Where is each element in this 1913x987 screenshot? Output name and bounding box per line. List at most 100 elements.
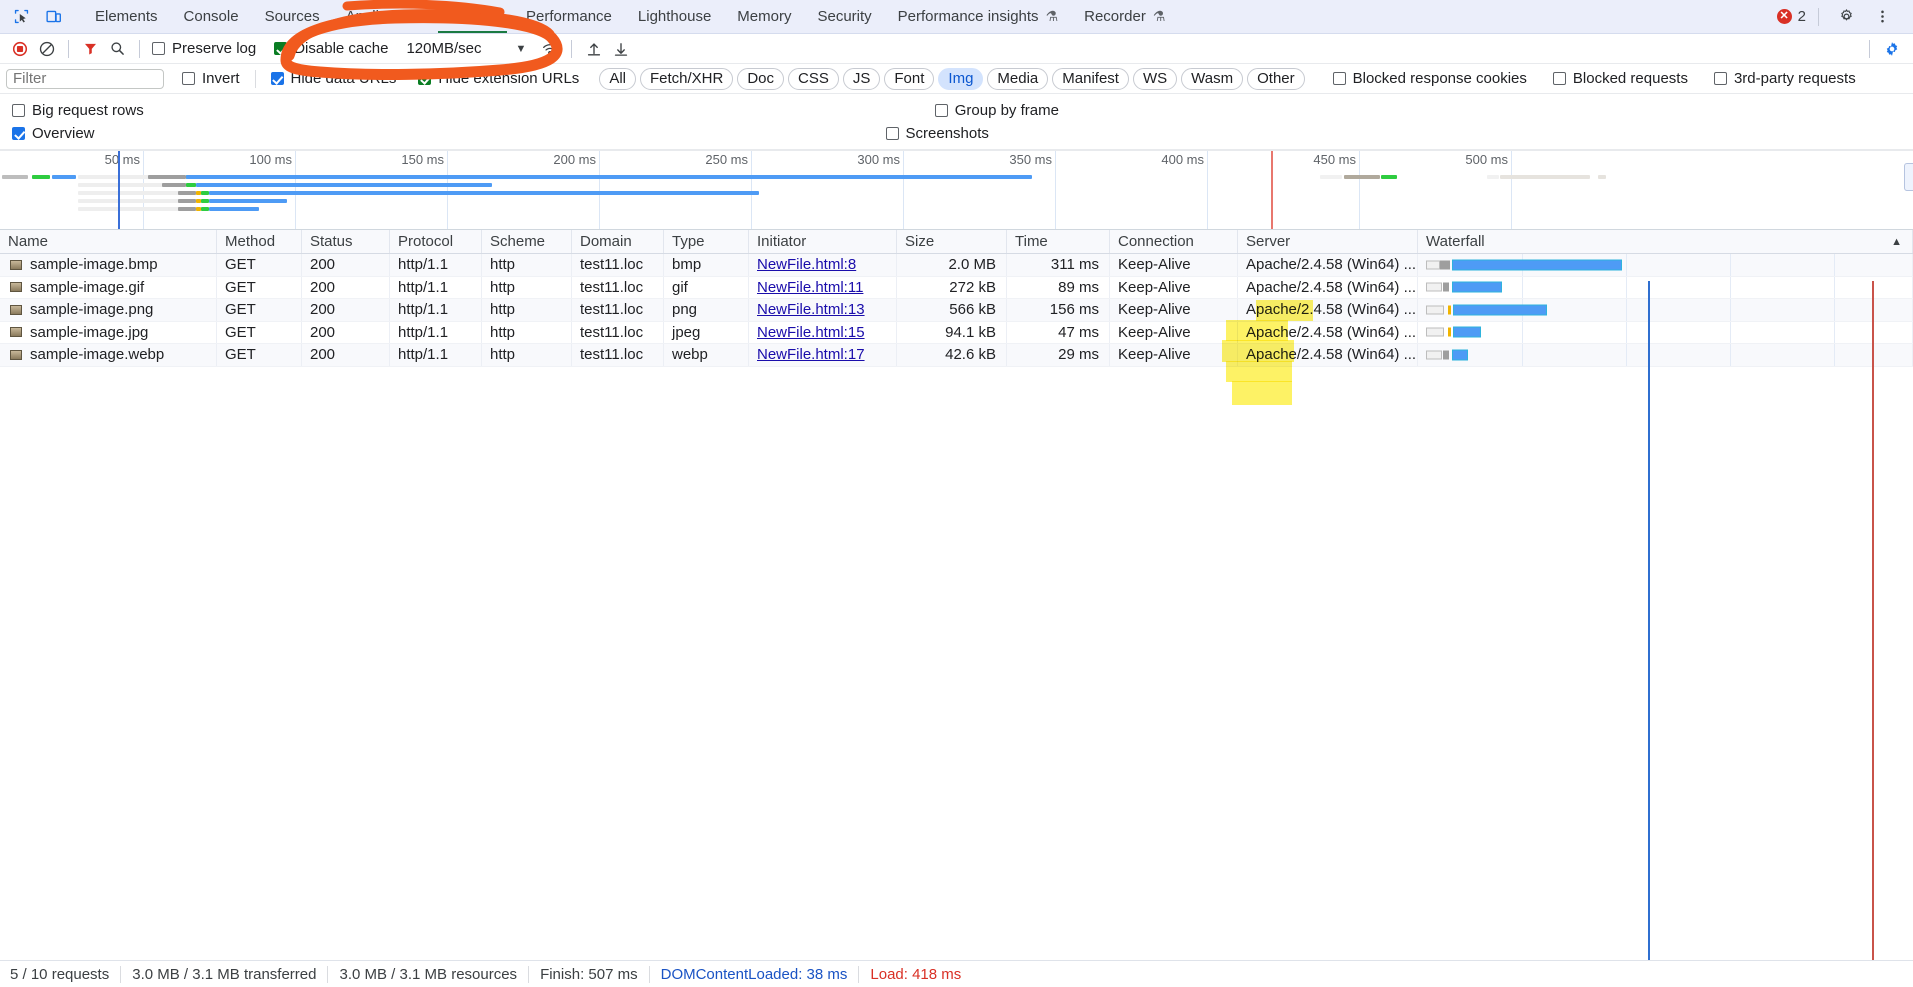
tab-application[interactable]: Application bbox=[333, 0, 432, 33]
blocked-requests-checkbox[interactable]: Blocked requests bbox=[1553, 70, 1688, 87]
blocked-response-cookies-checkbox[interactable]: Blocked response cookies bbox=[1333, 70, 1527, 87]
type-filter-font[interactable]: Font bbox=[884, 68, 934, 90]
cell-name[interactable]: sample-image.gif bbox=[0, 277, 217, 299]
type-filter-js[interactable]: JS bbox=[843, 68, 881, 90]
column-header-waterfall[interactable]: Waterfall ▲ bbox=[1418, 230, 1913, 253]
cell-waterfall[interactable] bbox=[1418, 344, 1913, 366]
type-filter-img[interactable]: Img bbox=[938, 68, 983, 90]
tab-performance[interactable]: Performance bbox=[513, 0, 625, 33]
column-header-status[interactable]: Status bbox=[302, 230, 390, 253]
table-row[interactable]: sample-image.jpg GET 200 http/1.1 http t… bbox=[0, 322, 1913, 345]
cell-initiator[interactable]: NewFile.html:11 bbox=[749, 277, 897, 299]
cell-initiator[interactable]: NewFile.html:8 bbox=[749, 254, 897, 276]
network-settings-gear-icon[interactable] bbox=[1878, 37, 1905, 61]
cell-initiator[interactable]: NewFile.html:13 bbox=[749, 299, 897, 321]
initiator-link[interactable]: NewFile.html:8 bbox=[757, 256, 856, 273]
waterfall-load-line bbox=[1872, 281, 1874, 964]
table-row[interactable]: sample-image.png GET 200 http/1.1 http t… bbox=[0, 299, 1913, 322]
type-filter-fetch-xhr[interactable]: Fetch/XHR bbox=[640, 68, 733, 90]
divider bbox=[255, 70, 256, 88]
cell-name[interactable]: sample-image.png bbox=[0, 299, 217, 321]
tab-performance-insights[interactable]: Performance insights ⚗ bbox=[885, 0, 1071, 33]
column-header-time[interactable]: Time bbox=[1007, 230, 1110, 253]
type-filter-manifest[interactable]: Manifest bbox=[1052, 68, 1129, 90]
tab-security[interactable]: Security bbox=[804, 0, 884, 33]
column-header-connection[interactable]: Connection bbox=[1110, 230, 1238, 253]
export-har-icon[interactable] bbox=[607, 37, 634, 61]
filter-input[interactable] bbox=[6, 69, 164, 89]
column-header-type[interactable]: Type bbox=[664, 230, 749, 253]
blocked-response-cookies-label: Blocked response cookies bbox=[1353, 70, 1527, 87]
tab-console[interactable]: Console bbox=[171, 0, 252, 33]
type-filter-ws[interactable]: WS bbox=[1133, 68, 1177, 90]
hide-extension-urls-checkbox[interactable]: Hide extension URLs bbox=[418, 70, 579, 87]
cell-method: GET bbox=[217, 254, 302, 276]
error-count-badge[interactable]: ✕ 2 bbox=[1777, 8, 1806, 25]
table-header-row: Name Method Status Protocol Scheme Domai… bbox=[0, 230, 1913, 254]
third-party-requests-checkbox[interactable]: 3rd-party requests bbox=[1714, 70, 1856, 87]
network-conditions-icon[interactable] bbox=[536, 37, 563, 61]
type-filter-doc[interactable]: Doc bbox=[737, 68, 784, 90]
import-har-icon[interactable] bbox=[580, 37, 607, 61]
initiator-link[interactable]: NewFile.html:11 bbox=[757, 279, 863, 296]
table-row[interactable]: sample-image.webp GET 200 http/1.1 http … bbox=[0, 344, 1913, 367]
hide-extension-urls-label: Hide extension URLs bbox=[438, 70, 579, 87]
cell-name[interactable]: sample-image.bmp bbox=[0, 254, 217, 276]
type-filter-wasm[interactable]: Wasm bbox=[1181, 68, 1243, 90]
cell-waterfall[interactable] bbox=[1418, 277, 1913, 299]
table-row[interactable]: sample-image.bmp GET 200 http/1.1 http t… bbox=[0, 254, 1913, 277]
table-row[interactable]: sample-image.gif GET 200 http/1.1 http t… bbox=[0, 277, 1913, 300]
initiator-link[interactable]: NewFile.html:15 bbox=[757, 324, 865, 341]
column-header-server[interactable]: Server bbox=[1238, 230, 1418, 253]
type-filter-other[interactable]: Other bbox=[1247, 68, 1305, 90]
group-by-frame-checkbox[interactable]: Group by frame bbox=[935, 102, 1059, 119]
cell-initiator[interactable]: NewFile.html:15 bbox=[749, 322, 897, 344]
column-header-method[interactable]: Method bbox=[217, 230, 302, 253]
network-overview-timeline[interactable]: 50 ms 100 ms 150 ms 200 ms 250 ms 300 ms… bbox=[0, 150, 1913, 230]
screenshots-checkbox[interactable]: Screenshots bbox=[886, 125, 989, 142]
gear-icon[interactable] bbox=[1831, 3, 1861, 31]
more-vertical-icon[interactable] bbox=[1867, 3, 1897, 31]
overview-dcl-marker bbox=[118, 151, 120, 229]
filter-funnel-icon[interactable] bbox=[77, 37, 104, 61]
overview-checkbox[interactable]: Overview bbox=[12, 125, 95, 142]
column-header-size[interactable]: Size bbox=[897, 230, 1007, 253]
cell-waterfall[interactable] bbox=[1418, 322, 1913, 344]
tab-recorder[interactable]: Recorder ⚗ bbox=[1071, 0, 1178, 33]
device-toolbar-icon[interactable] bbox=[38, 3, 68, 31]
hide-data-urls-checkbox[interactable]: Hide data URLs bbox=[271, 70, 397, 87]
column-header-initiator[interactable]: Initiator bbox=[749, 230, 897, 253]
cell-initiator[interactable]: NewFile.html:17 bbox=[749, 344, 897, 366]
column-header-scheme[interactable]: Scheme bbox=[482, 230, 572, 253]
cell-name[interactable]: sample-image.webp bbox=[0, 344, 217, 366]
overview-tick-label: 50 ms bbox=[105, 152, 140, 167]
search-icon[interactable] bbox=[104, 37, 131, 61]
type-filter-media[interactable]: Media bbox=[987, 68, 1048, 90]
cell-waterfall[interactable] bbox=[1418, 254, 1913, 276]
tab-sources[interactable]: Sources bbox=[252, 0, 333, 33]
type-filter-all[interactable]: All bbox=[599, 68, 636, 90]
disable-cache-checkbox[interactable]: Disable cache bbox=[274, 40, 388, 57]
preserve-log-checkbox[interactable]: Preserve log bbox=[152, 40, 256, 57]
tab-elements[interactable]: Elements bbox=[82, 0, 171, 33]
cell-name[interactable]: sample-image.jpg bbox=[0, 322, 217, 344]
tab-lighthouse[interactable]: Lighthouse bbox=[625, 0, 724, 33]
tab-memory[interactable]: Memory bbox=[724, 0, 804, 33]
column-header-domain[interactable]: Domain bbox=[572, 230, 664, 253]
throttling-dropdown[interactable]: 120MB/sec ▼ bbox=[402, 39, 532, 58]
tab-network[interactable]: Network bbox=[432, 0, 513, 33]
record-stop-icon[interactable] bbox=[6, 37, 33, 61]
big-request-rows-checkbox[interactable]: Big request rows bbox=[12, 102, 144, 119]
inspect-element-icon[interactable] bbox=[6, 3, 36, 31]
invert-checkbox[interactable]: Invert bbox=[182, 70, 240, 87]
overview-right-handle[interactable] bbox=[1904, 163, 1913, 191]
column-header-name[interactable]: Name bbox=[0, 230, 217, 253]
column-header-protocol[interactable]: Protocol bbox=[390, 230, 482, 253]
clear-network-log-icon[interactable] bbox=[33, 37, 60, 61]
initiator-link[interactable]: NewFile.html:13 bbox=[757, 301, 865, 318]
extra-filter-options: Blocked response cookies Blocked request… bbox=[1329, 70, 1860, 87]
throttling-value: 120MB/sec bbox=[406, 40, 481, 57]
type-filter-css[interactable]: CSS bbox=[788, 68, 839, 90]
cell-waterfall[interactable] bbox=[1418, 299, 1913, 321]
initiator-link[interactable]: NewFile.html:17 bbox=[757, 346, 865, 363]
